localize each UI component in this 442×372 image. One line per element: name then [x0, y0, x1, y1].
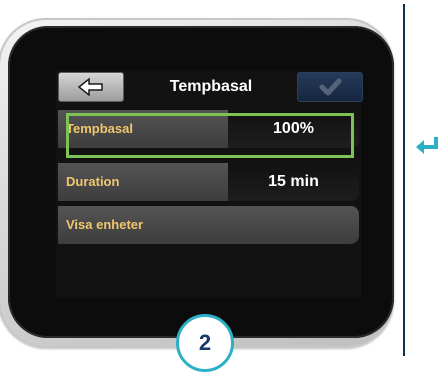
- tempbasal-label[interactable]: Tempbasal: [58, 110, 228, 148]
- duration-value[interactable]: 15 min: [228, 163, 359, 201]
- page-title: Tempbasal: [169, 78, 253, 95]
- step-number-badge: 2: [176, 314, 234, 372]
- checkmark-icon: [319, 78, 342, 96]
- tempbasal-value[interactable]: 100%: [228, 110, 359, 148]
- show-units-row[interactable]: Visa enheter: [58, 206, 359, 244]
- device-screen: Tempbasal Tempbasal 100% Duration 15 min…: [56, 70, 363, 298]
- duration-label[interactable]: Duration: [58, 163, 228, 201]
- vertical-divider: [403, 4, 405, 356]
- arrow-left-icon: [77, 77, 103, 97]
- return-arrow-icon: [416, 137, 438, 154]
- back-button[interactable]: [58, 72, 124, 102]
- confirm-button[interactable]: [297, 72, 363, 102]
